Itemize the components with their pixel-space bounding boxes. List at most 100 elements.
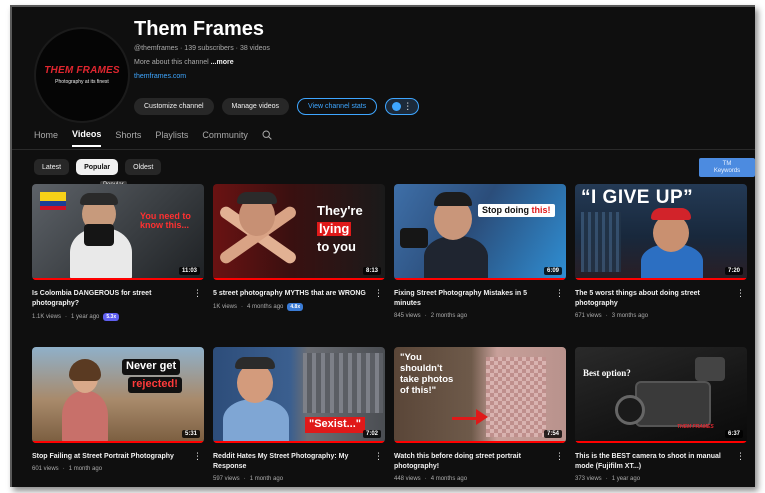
separator: · — [62, 466, 65, 472]
upload-age: 1 year ago — [611, 476, 641, 482]
manage-videos-button[interactable]: Manage videos — [221, 98, 290, 115]
thumbnail-text: “I GIVE UP” — [581, 187, 694, 208]
watch-progress — [394, 441, 566, 443]
video-title-row: Stop Failing at Street Portrait Photogra… — [32, 452, 204, 462]
video-card[interactable]: Never get rejected! 5:31 Stop Failing at… — [32, 347, 204, 472]
more-vert-icon[interactable]: ⋮ — [555, 289, 564, 298]
video-thumbnail[interactable]: Best option? THEM FRAMES 6:37 — [575, 347, 747, 443]
watch-progress — [213, 441, 385, 443]
video-thumbnail[interactable]: They're lying to you 8:13 — [213, 184, 385, 280]
video-stats: 1.1K views · 1 year ago 5.3x — [32, 313, 204, 321]
watch-progress — [575, 441, 747, 443]
tab-shorts[interactable]: Shorts — [115, 130, 141, 146]
thumbnail-text-line2: rejected! — [128, 377, 182, 393]
thumbnail-logo: THEM FRAMES — [677, 424, 714, 430]
duration-badge: 7:54 — [543, 430, 562, 438]
tab-videos[interactable]: Videos — [72, 129, 102, 147]
upload-age: 4 months ago — [247, 304, 284, 310]
view-count: 1K views — [213, 304, 238, 310]
tab-playlists[interactable]: Playlists — [155, 130, 188, 146]
about-text: More about this channel — [134, 59, 209, 66]
channel-about[interactable]: More about this channel ...more — [134, 59, 634, 66]
arrow-right-icon — [452, 409, 488, 425]
video-thumbnail[interactable]: "You shouldn't take photos of this!" 7:5… — [394, 347, 566, 443]
video-stats: 373 views · 1 year ago — [575, 476, 747, 482]
search-icon[interactable] — [262, 130, 272, 140]
more-vert-icon[interactable]: ⋮ — [193, 289, 202, 298]
duration-badge: 8:13 — [362, 267, 381, 275]
video-thumbnail[interactable]: Stop doing this! 6:09 — [394, 184, 566, 280]
chip-oldest[interactable]: Oldest — [125, 159, 162, 175]
duration-badge: 5:31 — [181, 430, 200, 438]
more-vert-icon[interactable]: ⋮ — [374, 289, 383, 298]
more-vert-icon[interactable]: ⋮ — [736, 452, 745, 461]
camera-body — [635, 381, 711, 427]
more-vert-icon[interactable]: ⋮ — [374, 452, 383, 461]
extension-menu-button[interactable]: ⋮ — [385, 98, 420, 115]
video-stats: 597 views · 1 month ago — [213, 476, 385, 482]
separator: · — [605, 313, 608, 319]
view-count: 448 views — [394, 476, 421, 482]
tabs-divider — [12, 149, 755, 150]
video-card[interactable]: "Sexist..." 7:02 Reddit Hates My Street … — [213, 347, 385, 482]
video-title[interactable]: Watch this before doing street portrait … — [394, 452, 554, 472]
chip-latest[interactable]: Latest — [34, 159, 70, 175]
thumbnail-text: You need to know this... — [140, 211, 191, 231]
hair-shape — [434, 192, 472, 206]
channel-link[interactable]: themframes.com — [134, 73, 634, 80]
channel-avatar[interactable]: THEM FRAMES Photography at its finest — [34, 27, 130, 123]
more-vert-icon[interactable]: ⋮ — [736, 289, 745, 298]
more-vert-icon[interactable]: ⋮ — [193, 452, 202, 461]
camera-icon — [400, 228, 428, 248]
video-thumbnail[interactable]: Never get rejected! 5:31 — [32, 347, 204, 443]
video-title[interactable]: This is the BEST camera to shoot in manu… — [575, 452, 735, 472]
blurred-subject — [486, 357, 546, 437]
youtube-studio-window: THEM FRAMES Photography at its finest Th… — [10, 5, 755, 487]
video-card[interactable]: Stop doing this! 6:09 Fixing Street Phot… — [394, 184, 566, 319]
keywords-button-line1: TM — [722, 160, 732, 167]
video-title[interactable]: Fixing Street Photography Mistakes in 5 … — [394, 289, 554, 309]
avatar-logo-title: THEM FRAMES — [44, 65, 120, 76]
about-more-link[interactable]: ...more — [211, 59, 234, 66]
video-card[interactable]: Best option? THEM FRAMES 6:37 This is th… — [575, 347, 747, 482]
thumbnail-text-part1: Stop doing — [482, 205, 532, 215]
cap-shape — [80, 193, 118, 205]
customize-channel-button[interactable]: Customize channel — [134, 98, 214, 115]
thumbnail-text: "Sexist..." — [305, 417, 366, 433]
video-card[interactable]: They're lying to you 8:13 5 street photo… — [213, 184, 385, 311]
video-title[interactable]: Is Colombia DANGEROUS for street photogr… — [32, 289, 192, 309]
person-shirt — [223, 399, 289, 443]
person-dress — [62, 391, 108, 443]
tab-community[interactable]: Community — [202, 130, 248, 146]
duration-badge: 7:02 — [362, 430, 381, 438]
thumbnail-text-line2: lying — [317, 221, 352, 236]
video-stats: 1K views · 4 months ago 4.8x — [213, 303, 385, 311]
video-title[interactable]: The 5 worst things about doing street ph… — [575, 289, 735, 309]
channel-info: Them Frames @themframes · 139 subscriber… — [134, 17, 634, 115]
upload-age: 1 month ago — [249, 476, 284, 482]
thumbnail-text-line1: Never get — [122, 359, 181, 375]
video-thumbnail[interactable]: "Sexist..." 7:02 — [213, 347, 385, 443]
outlier-badge: 4.8x — [287, 303, 304, 311]
separator: · — [241, 304, 244, 310]
video-title[interactable]: Reddit Hates My Street Photography: My R… — [213, 452, 373, 472]
video-card[interactable]: "You shouldn't take photos of this!" 7:5… — [394, 347, 566, 482]
view-channel-stats-button[interactable]: View channel stats — [297, 98, 378, 115]
video-thumbnail[interactable]: “I GIVE UP” 7:20 — [575, 184, 747, 280]
video-title-row: This is the BEST camera to shoot in manu… — [575, 452, 747, 472]
chip-popular[interactable]: Popular — [76, 159, 119, 175]
beanie-shape — [651, 208, 691, 220]
building-lights — [581, 212, 621, 272]
video-card[interactable]: You need to know this... 11:03 Is Colomb… — [32, 184, 204, 321]
video-card[interactable]: “I GIVE UP” 7:20 The 5 worst things abou… — [575, 184, 747, 319]
more-vert-icon[interactable]: ⋮ — [555, 452, 564, 461]
tab-home[interactable]: Home — [34, 130, 58, 146]
camera-icon — [84, 224, 114, 246]
video-title[interactable]: Stop Failing at Street Portrait Photogra… — [32, 452, 192, 462]
video-thumbnail[interactable]: You need to know this... 11:03 — [32, 184, 204, 280]
keywords-button[interactable]: TM Keywords — [699, 158, 755, 177]
video-title[interactable]: 5 street photography MYTHS that are WRON… — [213, 289, 373, 299]
upload-age: 2 months ago — [430, 313, 468, 319]
person-shirt — [424, 236, 488, 280]
watch-progress — [394, 278, 566, 280]
